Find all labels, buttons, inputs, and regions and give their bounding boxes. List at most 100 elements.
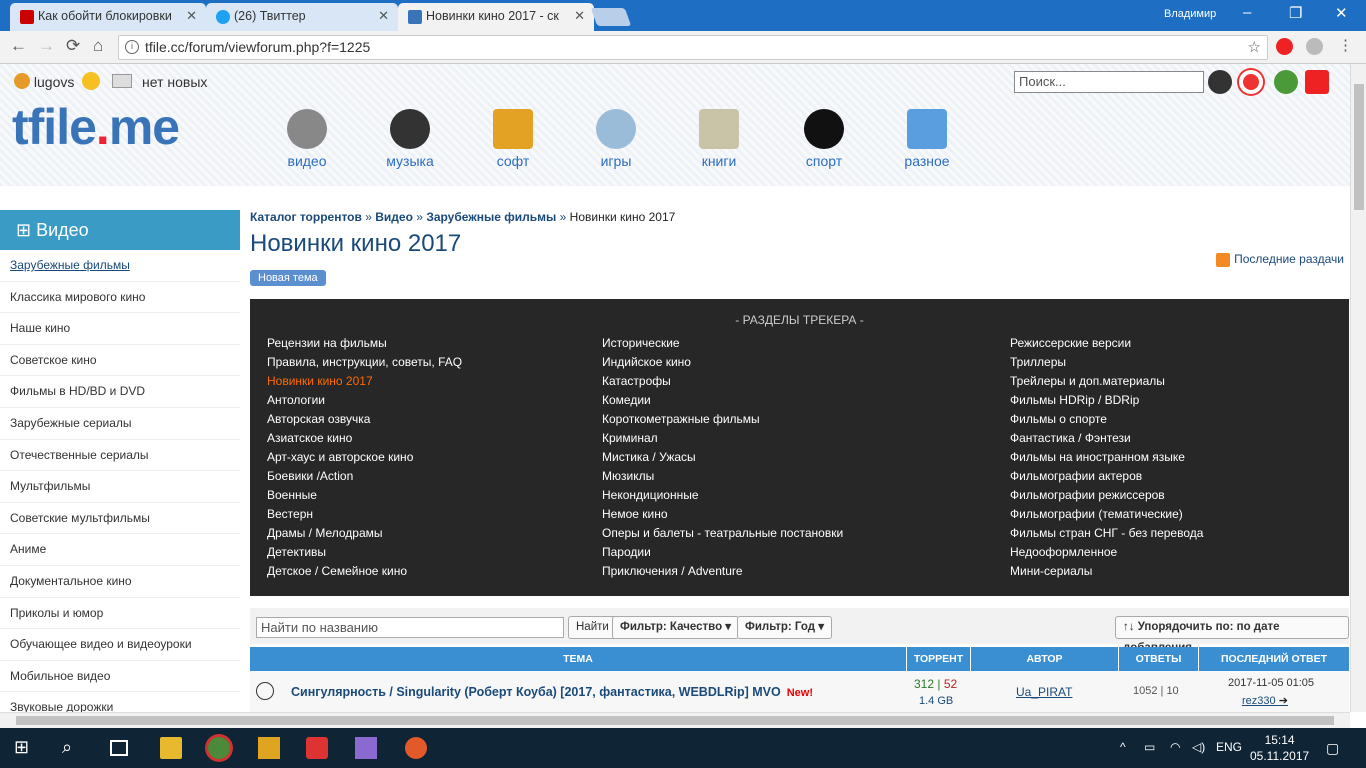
minimize-icon[interactable]: – [1243,4,1251,21]
info-icon[interactable]: i [125,40,139,54]
tracker-section-link[interactable]: Детективы [267,543,462,562]
maximize-icon[interactable]: ❐ [1289,4,1302,22]
search-icon[interactable]: ⌕ [62,737,84,759]
category-soft[interactable]: софт [478,109,548,169]
tracker-section-link[interactable]: Мини-сериалы [1010,562,1203,581]
tab-twitter[interactable]: (26) Твиттер ✕ [206,3,398,31]
tracker-section-link[interactable]: Исторические [602,334,843,353]
battery-icon[interactable]: ▭ [1144,740,1155,754]
close-icon[interactable]: ✕ [378,3,389,29]
tracker-section-link[interactable]: Боевики /Action [267,467,462,486]
tracker-section-link[interactable]: Некондиционные [602,486,843,505]
quality-filter-select[interactable]: Фильтр: Качество ▾ [612,616,740,639]
title-search-input[interactable]: Найти по названию [256,617,564,638]
sidebar-item[interactable]: Аниме [0,534,240,566]
tracker-section-link[interactable]: Антологии [267,391,462,410]
close-window-icon[interactable]: ✕ [1335,4,1348,22]
sidebar-item[interactable]: Классика мирового кино [0,282,240,314]
tracker-section-link[interactable]: Пародии [602,543,843,562]
scroll-thumb[interactable] [1354,84,1364,210]
sidebar-item[interactable]: Зарубежные сериалы [0,408,240,440]
power-icon[interactable] [1305,70,1329,94]
tracker-section-link[interactable]: Мюзиклы [602,467,843,486]
tracker-section-link[interactable]: Фильмографии режиссеров [1010,486,1203,505]
sidebar-item[interactable]: Зарубежные фильмы [0,250,240,282]
tracker-section-link[interactable]: Приключения / Adventure [602,562,843,581]
horizontal-scrollbar[interactable] [0,712,1350,728]
url-field[interactable]: i tfile.cc/forum/viewforum.php?f=1225 ☆ [118,35,1268,60]
home-icon[interactable]: ⌂ [93,36,103,56]
tracker-section-link[interactable]: Новинки кино 2017 [267,372,462,391]
notifications-icon[interactable]: ▢ [1326,740,1339,757]
category-music[interactable]: музыка [375,109,445,169]
new-tab-button[interactable] [590,8,632,26]
opera-extension-icon[interactable] [1276,38,1293,55]
tracker-section-link[interactable]: Фильмографии актеров [1010,467,1203,486]
sidebar-item[interactable]: Мобильное видео [0,661,240,693]
year-filter-select[interactable]: Фильтр: Год ▾ [737,616,833,639]
col-topic[interactable]: ТЕМА [250,647,906,671]
tracker-section-link[interactable]: Авторская озвучка [267,410,462,429]
users-icon[interactable] [1274,70,1298,94]
menu-icon[interactable]: ⋮ [1338,36,1353,54]
tracker-section-link[interactable]: Фантастика / Фэнтези [1010,429,1203,448]
language-indicator[interactable]: ENG [1216,740,1242,754]
globe-extension-icon[interactable] [1306,38,1323,55]
camera-app-icon[interactable] [306,737,328,759]
category-books[interactable]: книги [684,109,754,169]
site-search-input[interactable]: Поиск... [1014,71,1204,93]
tracker-section-link[interactable]: Драмы / Мелодрамы [267,524,462,543]
last-reply-user[interactable]: rez330 ➔ [1242,694,1288,707]
col-last-reply[interactable]: ПОСЛЕДНИЙ ОТВЕТ [1198,647,1349,671]
messages-link[interactable]: нет новых [142,74,207,90]
tracker-section-link[interactable]: Детское / Семейное кино [267,562,462,581]
tracker-section-link[interactable]: Индийское кино [602,353,843,372]
binoculars-icon[interactable] [1208,70,1232,94]
topic-link[interactable]: Сингулярность / Singularity (Роберт Коуб… [291,685,813,699]
author-link[interactable]: Ua_PIRAT [1016,685,1072,699]
torrent-size[interactable]: 1.4 GB [919,695,953,707]
new-topic-button[interactable]: Новая тема [250,270,326,286]
rss-link[interactable]: Последние раздачи [1216,252,1344,267]
sidebar-item[interactable]: Советское кино [0,345,240,377]
tray-arrow-icon[interactable]: ^ [1120,740,1126,754]
visual-studio-icon[interactable] [355,737,377,759]
tracker-section-link[interactable]: Фильмы о спорте [1010,410,1203,429]
find-button[interactable]: Найти [568,616,617,639]
col-answers[interactable]: ОТВЕТЫ [1118,647,1198,671]
ccleaner-icon[interactable] [405,737,427,759]
site-logo[interactable]: tfile.me [12,98,180,156]
sidebar-item[interactable]: Звуковые дорожки [0,692,240,712]
lifebuoy-icon[interactable] [1239,70,1263,94]
category-misc[interactable]: разное [892,109,962,169]
tracker-section-link[interactable]: Арт-хаус и авторское кино [267,448,462,467]
tracker-section-link[interactable]: Немое кино [602,505,843,524]
wifi-icon[interactable]: ◠ [1170,740,1180,754]
file-explorer-icon[interactable] [160,737,182,759]
scroll-thumb[interactable] [16,716,1334,725]
app-icon[interactable] [258,737,280,759]
task-view-icon[interactable] [110,740,128,756]
windows-start-icon[interactable]: ⊞ [14,737,36,759]
col-torrent[interactable]: ТОРРЕНТ [906,647,970,671]
breadcrumb-link[interactable]: Каталог торрентов [250,210,362,224]
mail-icon[interactable] [112,74,133,88]
tracker-section-link[interactable]: Комедии [602,391,843,410]
sidebar-item[interactable]: Приколы и юмор [0,598,240,630]
sidebar-item[interactable]: Отечественные сериалы [0,440,240,472]
tracker-section-link[interactable]: Военные [267,486,462,505]
sidebar-item[interactable]: Мультфильмы [0,471,240,503]
breadcrumb-link[interactable]: Зарубежные фильмы [426,210,556,224]
tracker-section-link[interactable]: Фильмы на иностранном языке [1010,448,1203,467]
tracker-section-link[interactable]: Трейлеры и доп.материалы [1010,372,1203,391]
system-clock[interactable]: 15:14 05.11.2017 [1250,732,1309,764]
username-link[interactable]: lugovs [34,74,74,90]
goto-last-icon[interactable]: ➔ [1279,695,1288,707]
sidebar-item[interactable]: Наше кино [0,313,240,345]
tab-tfile[interactable]: Новинки кино 2017 - ск ✕ [398,3,594,31]
tracker-section-link[interactable]: Рецензии на фильмы [267,334,462,353]
breadcrumb-link[interactable]: Видео [375,210,413,224]
tracker-section-link[interactable]: Недооформленное [1010,543,1203,562]
sidebar-item[interactable]: Фильмы в HD/BD и DVD [0,376,240,408]
category-video[interactable]: видео [272,109,342,169]
